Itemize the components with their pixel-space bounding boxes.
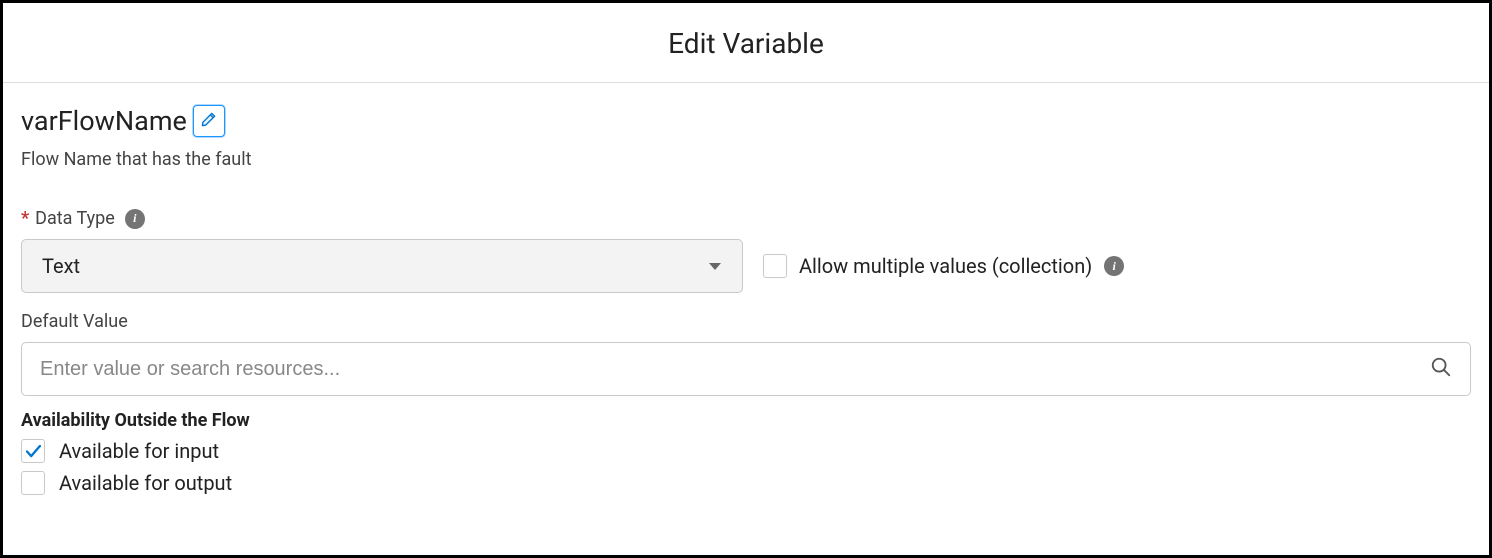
data-type-value: Text [42, 254, 80, 278]
default-value-label: Default Value [21, 311, 1471, 332]
allow-multiple-checkbox[interactable] [763, 254, 787, 278]
dialog-content: varFlowName Flow Name that has the fault… [3, 83, 1489, 495]
data-type-select[interactable]: Text [21, 239, 743, 293]
default-value-input-wrapper [21, 342, 1471, 396]
variable-description: Flow Name that has the fault [21, 149, 1471, 170]
available-input-label: Available for input [59, 439, 219, 463]
variable-name: varFlowName [21, 105, 187, 137]
available-input-row: Available for input [21, 439, 1471, 463]
available-output-label: Available for output [59, 471, 232, 495]
edit-name-button[interactable] [193, 105, 225, 137]
availability-section-title: Availability Outside the Flow [21, 410, 1471, 431]
default-value-input[interactable] [40, 358, 1430, 381]
variable-name-row: varFlowName [21, 105, 1471, 137]
allow-multiple-label: Allow multiple values (collection) [799, 254, 1092, 278]
available-input-checkbox[interactable] [21, 439, 45, 463]
info-icon[interactable]: i [1104, 256, 1124, 276]
available-output-row: Available for output [21, 471, 1471, 495]
dialog-title: Edit Variable [3, 27, 1489, 60]
data-type-label-row: * Data Type i [21, 208, 1471, 229]
available-output-checkbox[interactable] [21, 471, 45, 495]
info-icon[interactable]: i [125, 209, 145, 229]
allow-multiple-row: Allow multiple values (collection) i [763, 254, 1124, 278]
required-indicator: * [21, 208, 29, 229]
data-type-label: * Data Type [21, 208, 115, 229]
search-icon [1430, 356, 1452, 382]
data-type-row: Text Allow multiple values (collection) … [21, 239, 1471, 293]
pencil-icon [201, 112, 216, 130]
chevron-down-icon [708, 257, 722, 276]
dialog-header: Edit Variable [3, 3, 1489, 83]
